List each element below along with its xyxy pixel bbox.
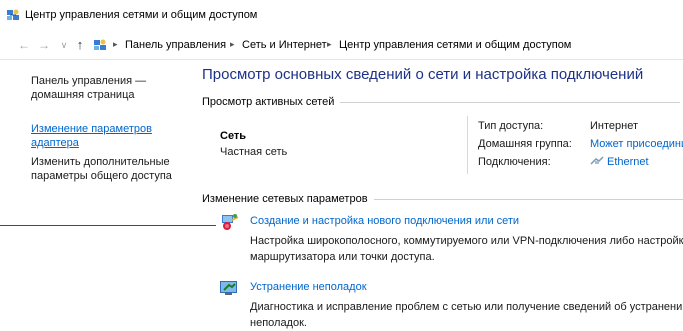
breadcrumb-separator-icon: ▸ [327, 39, 332, 49]
homegroup-label: Домашняя группа: [478, 138, 572, 150]
up-arrow-icon[interactable]: ↑ [72, 37, 88, 53]
troubleshoot-description: Диагностика и исправление проблем с сеть… [250, 301, 683, 329]
breadcrumb-separator-icon: ▸ [113, 39, 118, 49]
connections-label: Подключения: [478, 156, 551, 168]
network-type: Частная сеть [220, 146, 288, 158]
change-settings-header: Изменение сетевых параметров [202, 193, 683, 205]
window-title: Центр управления сетями и общим доступом [25, 9, 258, 21]
control-panel-icon [94, 39, 106, 50]
sidebar-link-home[interactable]: Панель управления — домашняя страница [31, 74, 181, 102]
title-bar: Центр управления сетями и общим доступом [0, 0, 683, 30]
access-type-label: Тип доступа: [478, 120, 544, 132]
ethernet-icon [590, 156, 604, 165]
recent-locations-chevron-icon[interactable]: ∨ [56, 37, 72, 53]
active-networks-header: Просмотр активных сетей [202, 96, 683, 108]
page-title: Просмотр основных сведений о сети и наст… [202, 66, 644, 83]
new-connection-icon [222, 214, 239, 230]
annotation-line [0, 225, 216, 226]
network-center-icon [7, 9, 19, 20]
sidebar-link-sharing-settings[interactable]: Изменить дополнительные параметры общего… [31, 155, 181, 183]
address-bar: ← → ∨ ↑ ▸ Панель управления ▸ Сеть и Инт… [0, 30, 683, 60]
new-connection-link[interactable]: Создание и настройка нового подключения … [250, 215, 519, 227]
section-divider [340, 101, 681, 103]
ethernet-connection-label: Ethernet [607, 156, 649, 168]
breadcrumb-separator-icon: ▸ [230, 39, 235, 49]
ethernet-connection-link[interactable]: Ethernet [590, 156, 649, 168]
breadcrumb-network-center[interactable]: Центр управления сетями и общим доступом [339, 39, 571, 51]
network-divider [467, 116, 468, 174]
forward-arrow-icon[interactable]: → [36, 37, 52, 53]
active-networks-heading: Просмотр активных сетей [202, 96, 335, 108]
breadcrumb-control-panel[interactable]: Панель управления [125, 39, 226, 51]
sidebar-link-adapter-settings[interactable]: Изменение параметров адаптера [31, 122, 181, 150]
troubleshoot-link[interactable]: Устранение неполадок [250, 281, 367, 293]
section-divider [373, 198, 683, 200]
back-arrow-icon[interactable]: ← [16, 37, 32, 53]
change-settings-heading: Изменение сетевых параметров [202, 193, 368, 205]
access-type-value: Интернет [590, 120, 638, 132]
network-name: Сеть [220, 130, 247, 142]
breadcrumb-network-internet[interactable]: Сеть и Интернет [242, 39, 327, 51]
new-connection-description: Настройка широкополосного, коммутируемог… [250, 235, 683, 263]
homegroup-link[interactable]: Может присоедини [590, 138, 683, 150]
troubleshoot-icon [220, 281, 237, 295]
